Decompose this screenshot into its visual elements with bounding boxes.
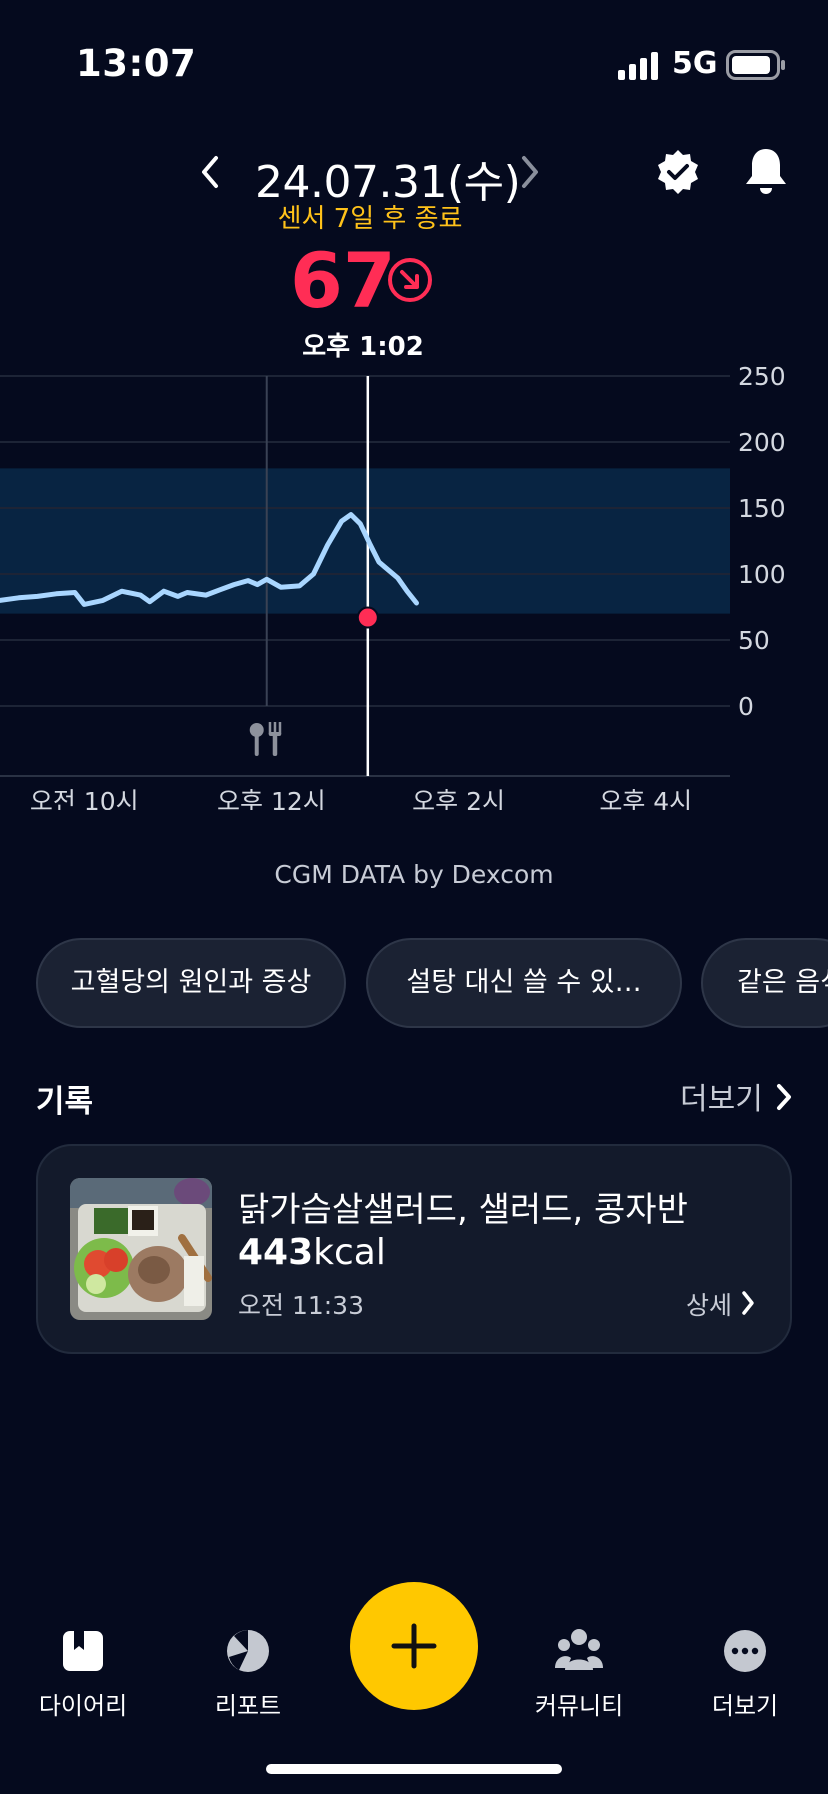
signal-icon <box>618 52 658 80</box>
community-icon[interactable] <box>555 1628 603 1674</box>
target-range-band <box>0 468 730 614</box>
chevron-right-icon[interactable] <box>774 1082 794 1112</box>
sensor-expiry-note: 센서 7일 후 종료 <box>277 204 463 234</box>
x-tick-label: 오후 4시 <box>599 787 692 810</box>
add-record-button[interactable] <box>350 1582 478 1710</box>
tab-report[interactable]: 리포트 <box>178 1686 318 1721</box>
x-tick-label: 오전 10시 <box>30 787 139 810</box>
home-indicator <box>266 1764 562 1774</box>
plus-icon <box>391 1623 437 1669</box>
previous-day-button[interactable] <box>196 152 226 192</box>
y-tick-label: 250 <box>738 362 786 391</box>
tab-more[interactable]: 더보기 <box>675 1686 815 1721</box>
next-day-button[interactable] <box>514 152 544 192</box>
bell-icon[interactable] <box>742 146 790 196</box>
report-icon[interactable] <box>225 1628 271 1674</box>
current-glucose-value: 67 <box>290 236 396 325</box>
calorie-value: 443 <box>238 1232 314 1273</box>
chip-article-1[interactable]: 고혈당의 원인과 증상 <box>36 938 346 1028</box>
x-tick-label: 오후 12시 <box>217 787 326 810</box>
fork-knife-icon <box>249 722 282 756</box>
y-tick-label: 0 <box>738 692 754 721</box>
y-tick-label: 50 <box>738 626 770 655</box>
chip-article-3[interactable]: 같은 음식 <box>701 938 828 1028</box>
battery-icon <box>726 50 785 80</box>
reading-time: 오후 1:02 <box>302 332 424 362</box>
y-tick-label: 150 <box>738 494 786 523</box>
meal-time: 오전 11:33 <box>238 1291 364 1320</box>
diary-icon[interactable] <box>60 1628 106 1674</box>
tab-community[interactable]: 커뮤니티 <box>509 1686 649 1721</box>
y-tick-label: 100 <box>738 560 786 589</box>
current-glucose-point <box>356 606 379 629</box>
trend-down-arrow-icon <box>388 258 432 302</box>
records-title: 기록 <box>36 1084 94 1120</box>
chip-article-2[interactable]: 설탕 대신 쓸 수 있… <box>366 938 682 1028</box>
meal-photo <box>70 1178 212 1320</box>
meal-name: 닭가슴살샐러드, 샐러드, 콩자반 <box>238 1190 688 1230</box>
records-more-link[interactable]: 더보기 <box>680 1074 763 1118</box>
network-label: 5G <box>672 46 718 81</box>
x-tick-label: 오후 2시 <box>412 787 505 810</box>
more-icon[interactable] <box>722 1628 768 1674</box>
detail-link[interactable]: 상세 <box>686 1286 732 1322</box>
chevron-right-icon[interactable] <box>740 1290 756 1316</box>
data-source-label: CGM DATA by Dexcom <box>274 860 554 889</box>
calorie-unit: kcal <box>313 1232 386 1273</box>
status-time: 13:07 <box>76 42 197 85</box>
verified-badge-icon[interactable] <box>654 148 702 196</box>
tab-diary[interactable]: 다이어리 <box>13 1686 153 1721</box>
meal-calories: 443kcal <box>238 1232 386 1273</box>
glucose-chart[interactable]: 250 200 150 100 50 0 오전 10시 오후 12시 오후 2시 오후 4시 <box>0 360 828 810</box>
y-tick-label: 200 <box>738 428 786 457</box>
